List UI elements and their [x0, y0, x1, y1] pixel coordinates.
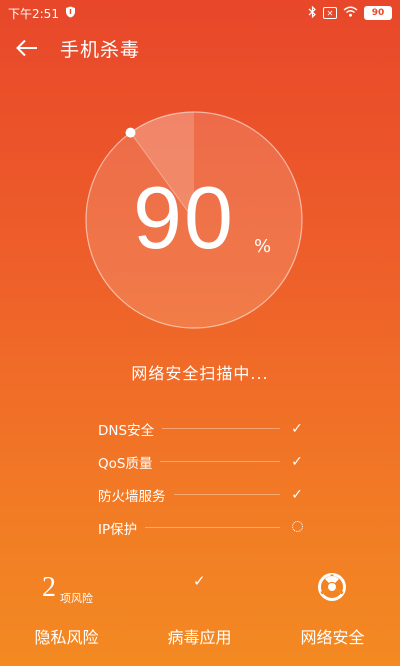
- check-done-icon: ✓: [291, 420, 303, 437]
- check-label: IP保护: [98, 521, 138, 538]
- check-row-firewall: 防火墙服务 ✓: [98, 478, 304, 511]
- status-left: 下午2:51: [8, 5, 76, 22]
- privacy-risk-label: 隐私风险: [34, 628, 99, 647]
- no-sim-icon: ✕: [323, 7, 337, 19]
- privacy-risk-category[interactable]: 2 项风险 隐私风险: [0, 560, 133, 666]
- network-scan-icon: [317, 572, 347, 602]
- app-bar: 手机杀毒: [0, 26, 400, 70]
- check-divider: [145, 527, 280, 528]
- progress-dot: [125, 127, 136, 138]
- check-scanning-icon: [290, 520, 304, 536]
- check-label: DNS安全: [98, 422, 155, 439]
- bluetooth-icon: [308, 5, 317, 21]
- risk-count: 2: [42, 572, 56, 603]
- back-arrow-icon[interactable]: [14, 35, 40, 61]
- status-right: ✕ 90: [308, 5, 392, 21]
- virus-app-label: 病毒应用: [167, 628, 232, 647]
- checkmark-icon: ✓: [193, 572, 206, 590]
- check-row-dns: DNS安全 ✓: [98, 412, 304, 445]
- check-divider: [173, 494, 280, 495]
- check-done-icon: ✓: [291, 453, 303, 470]
- check-divider: [160, 461, 280, 462]
- risk-unit: 项风险: [60, 592, 93, 605]
- check-label: QoS质量: [98, 455, 153, 472]
- network-security-category[interactable]: 网络安全: [266, 560, 399, 666]
- check-row-ip: IP保护: [98, 511, 304, 544]
- check-label: 防火墙服务: [98, 488, 166, 505]
- spinner-icon: [291, 520, 303, 532]
- wifi-icon: [343, 6, 358, 20]
- page-title: 手机杀毒: [60, 38, 141, 61]
- scan-status-text: 网络安全扫描中...: [131, 364, 269, 383]
- status-bar: 下午2:51 ✕ 90: [0, 0, 400, 26]
- scan-percent-value: 90: [133, 168, 235, 267]
- status-time: 下午2:51: [8, 6, 59, 21]
- result-categories: 2 项风险 隐私风险 ✓ 病毒应用 网络安全: [0, 560, 400, 666]
- battery-indicator: 90: [364, 6, 392, 20]
- scan-progress-gauge: 90 %: [84, 110, 304, 330]
- check-divider: [162, 428, 280, 429]
- check-done-icon: ✓: [291, 486, 303, 503]
- shield-badge-icon: [65, 6, 76, 21]
- percent-sign: %: [254, 236, 272, 257]
- check-list: DNS安全 ✓ QoS质量 ✓ 防火墙服务 ✓ IP保护: [98, 412, 304, 544]
- virus-app-category[interactable]: ✓ 病毒应用: [133, 560, 266, 666]
- network-security-label: 网络安全: [300, 628, 365, 647]
- check-row-qos: QoS质量 ✓: [98, 445, 304, 478]
- antivirus-screen: 下午2:51 ✕ 90 手机杀毒 90 % 网络安全扫描中... DNS安全 ✓…: [0, 0, 400, 666]
